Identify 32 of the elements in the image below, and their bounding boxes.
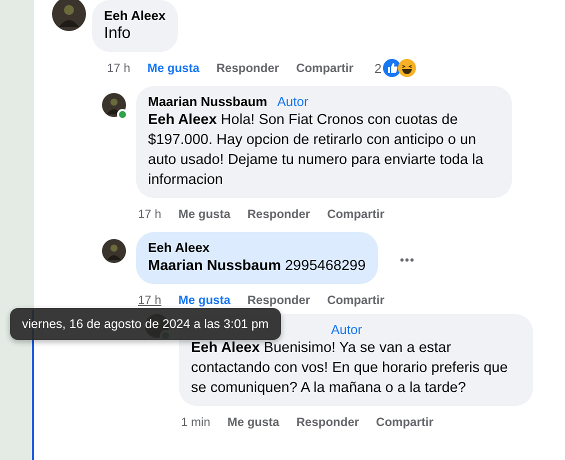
- avatar[interactable]: [102, 239, 126, 263]
- like-link[interactable]: Me gusta: [178, 293, 230, 307]
- thumbs-up-icon: [382, 59, 401, 77]
- timestamp-link[interactable]: 17 h: [138, 207, 162, 221]
- timestamp-link[interactable]: 17 h: [138, 293, 162, 307]
- avatar[interactable]: [52, 0, 86, 31]
- author-tag: Autor: [277, 94, 308, 109]
- timestamp-link[interactable]: 1 min: [181, 415, 210, 429]
- author-tag: Autor: [331, 322, 362, 337]
- like-link[interactable]: Me gusta: [227, 415, 280, 429]
- author-name[interactable]: Maarian Nussbaum: [148, 94, 268, 109]
- comment-text: Eeh Aleex Hola! Son Fiat Cronos con cuotas de $197.000. Hay opcion de retirarlo con anticipo o un auto usado! Dejame tu numero para enviarte toda la informacion: [148, 111, 484, 190]
- author-name[interactable]: Eeh Aleex: [148, 240, 210, 255]
- comment-text: Eeh Aleex Buenisimo! Ya se van a estar contactando con vos! En que horario preferis que se comuniquen? A la mañana o a la tarde?: [191, 339, 509, 398]
- share-link[interactable]: Compartir: [327, 207, 384, 221]
- share-link[interactable]: Compartir: [296, 61, 354, 75]
- reaction-count[interactable]: 2: [374, 60, 382, 76]
- timestamp-link[interactable]: 17 h: [107, 61, 130, 75]
- reply-link[interactable]: Responder: [216, 61, 280, 75]
- like-link[interactable]: Me gusta: [178, 207, 230, 221]
- share-link[interactable]: Compartir: [327, 293, 384, 307]
- reply-link[interactable]: Responder: [247, 293, 310, 307]
- like-link[interactable]: Me gusta: [147, 61, 200, 75]
- more-options-icon[interactable]: [400, 258, 414, 262]
- author-name[interactable]: Eeh Aleex: [104, 8, 166, 23]
- share-link[interactable]: Compartir: [376, 415, 434, 429]
- laughing-emoji-icon: [398, 59, 416, 77]
- reply-link[interactable]: Responder: [247, 207, 310, 221]
- comment-text: Maarian Nussbaum 2995468299: [148, 257, 366, 276]
- date-tooltip: viernes, 16 de agosto de 2024 a las 3:01 pm: [10, 308, 281, 340]
- comment-text: Info: [104, 24, 132, 44]
- reply-link[interactable]: Responder: [296, 415, 360, 429]
